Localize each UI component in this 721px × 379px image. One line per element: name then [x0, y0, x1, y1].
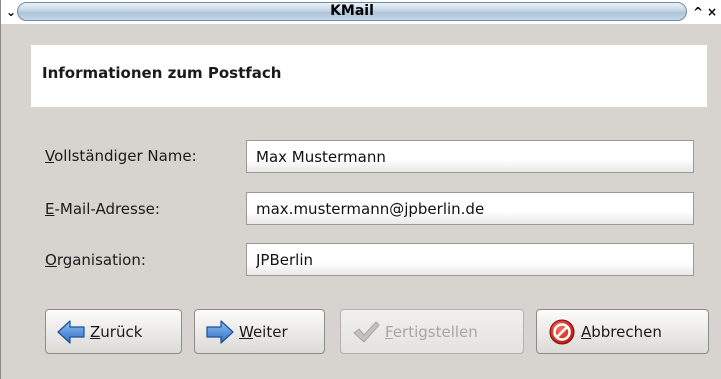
maximize-icon[interactable]: ^: [691, 4, 705, 20]
email-label: E-Mail-Adresse:: [45, 199, 160, 219]
cancel-accel: A: [581, 322, 592, 341]
close-icon[interactable]: ×: [705, 4, 719, 20]
finish-button[interactable]: Fertigstellen: [340, 309, 524, 354]
checkmark-icon: [353, 321, 380, 342]
window-title: KMail: [330, 3, 374, 19]
wizard-window: ⌄ KMail ^ × Informationen zum Postfach V…: [0, 0, 721, 379]
email-field[interactable]: [246, 192, 694, 225]
full-name-label: Vollständiger Name:: [45, 146, 197, 166]
arrow-left-icon: [57, 319, 85, 344]
next-text: eiter: [252, 322, 288, 341]
cancel-button-label: Abbrechen: [581, 323, 662, 341]
page-header: Informationen zum Postfach: [31, 45, 707, 107]
finish-button-label: Fertigstellen: [385, 323, 478, 341]
back-accel: Z: [90, 322, 101, 341]
next-button[interactable]: Weiter: [194, 309, 325, 354]
finish-text: ertigstellen: [392, 322, 478, 341]
finish-accel: F: [385, 322, 393, 341]
full-name-label-text: ollständiger Name:: [54, 147, 197, 165]
cancel-button[interactable]: Abbrechen: [536, 309, 709, 354]
organisation-field[interactable]: [246, 243, 694, 276]
cancel-text: bbrechen: [591, 322, 662, 341]
next-button-label: Weiter: [239, 323, 288, 341]
title-bar: ⌄ KMail ^ ×: [1, 0, 721, 24]
full-name-field[interactable]: [246, 140, 694, 173]
back-button-label: Zurück: [90, 323, 142, 341]
organisation-label-accel: O: [45, 251, 57, 269]
next-accel: W: [239, 322, 253, 341]
page-title: Informationen zum Postfach: [42, 64, 282, 82]
full-name-label-accel: V: [45, 147, 55, 165]
back-text: urück: [100, 322, 143, 341]
email-label-text: -Mail-Adresse:: [54, 200, 160, 218]
organisation-label: Organisation:: [45, 250, 146, 270]
arrow-right-icon: [206, 319, 234, 344]
organisation-label-text: rganisation:: [56, 251, 146, 269]
back-button[interactable]: Zurück: [45, 309, 182, 354]
stop-icon: [549, 319, 575, 344]
